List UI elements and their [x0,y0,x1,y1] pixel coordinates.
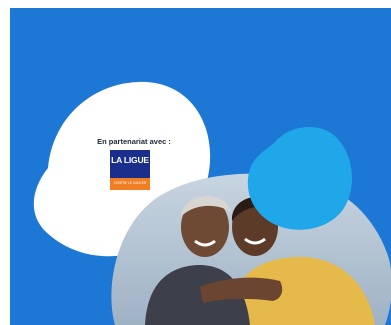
cyan-blob-shape [247,126,353,230]
logo-title: LA LIGUE [111,155,149,165]
hero-panel: En partenariat avec : LA LIGUE CONTRE LE… [10,8,391,325]
partner-label: En partenariat avec : [97,137,171,146]
